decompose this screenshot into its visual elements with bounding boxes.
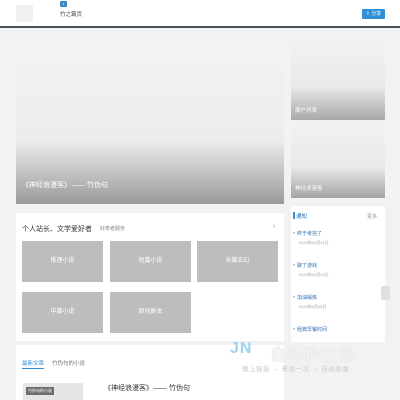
watermark-logo: JN: [230, 340, 253, 357]
notice-title: 通知: [292, 212, 308, 220]
article-thumbnail[interactable]: 竹伪句的小说: [23, 383, 83, 400]
panel-tag: 好奇者服务: [100, 226, 126, 232]
site-logo[interactable]: [16, 5, 33, 22]
hero-banner[interactable]: 《神经浪漫客》—— 竹伪句: [16, 38, 284, 204]
nav-home-link[interactable]: 竹之霸页: [60, 10, 82, 18]
watermark: JN 自动秒收录 做上链接 → 来访一次 → 自动收录: [230, 340, 390, 380]
notice-date: 2024年9月18日: [299, 304, 327, 309]
category-medium[interactable]: 中篇小说: [22, 292, 103, 333]
watermark-text: 自动秒收录: [270, 347, 356, 364]
chevron-right-icon[interactable]: ›: [273, 223, 275, 230]
tab-author-novels[interactable]: 竹伪句的小说: [52, 359, 85, 367]
category-script[interactable]: 原创剧本: [110, 292, 191, 333]
notice-item[interactable]: 聊了游戏: [292, 262, 317, 269]
watermark-slogan: 做上链接 → 来访一次 → 自动收录: [242, 366, 350, 373]
share-button[interactable]: ⇪ 分享: [362, 9, 385, 19]
side-caption-users: 周户列表: [295, 108, 318, 114]
notice-item[interactable]: 加油锻炼: [292, 294, 317, 301]
category-fantasy[interactable]: 长篇玄幻: [197, 241, 278, 282]
tab-latest[interactable]: 最新文章: [22, 359, 44, 367]
notice-panel: 通知 更多 终于考完了 2024年10月21日 聊了游戏 2024年10月12日…: [291, 206, 385, 342]
side-banner-novel[interactable]: 神经浪漫客: [291, 120, 385, 198]
panel-title: 个人站长、文学爱好者: [22, 226, 92, 233]
article-title[interactable]: 《神经浪漫客》—— 竹伪句: [104, 383, 190, 393]
top-navbar: 1 竹之霸页 ⇪ 分享: [0, 0, 400, 28]
notice-item[interactable]: 经典早餐时间: [292, 326, 327, 333]
article-tag: 竹伪句的小说: [26, 387, 54, 395]
side-banner-users[interactable]: 周户列表: [291, 38, 385, 120]
category-mystery[interactable]: 推理小说: [22, 241, 103, 282]
active-tab-underline: [22, 368, 44, 369]
side-caption-novel: 神经浪漫客: [295, 186, 323, 192]
category-short[interactable]: 短篇小说: [110, 241, 191, 282]
hero-caption: 《神经浪漫客》—— 竹伪句: [22, 182, 108, 189]
category-panel: 个人站长、文学爱好者 好奇者服务 › 推理小说 短篇小说 长篇玄幻 中篇小说 原…: [16, 213, 284, 341]
notice-more-link[interactable]: 更多: [367, 213, 377, 220]
scrollbar-thumb[interactable]: [381, 286, 390, 300]
notice-date: 2024年10月12日: [299, 272, 329, 277]
notice-date: 2024年10月21日: [299, 240, 329, 245]
nav-badge: 1: [60, 1, 67, 7]
share-label: 分享: [371, 11, 382, 17]
notice-item[interactable]: 终于考完了: [292, 230, 322, 237]
